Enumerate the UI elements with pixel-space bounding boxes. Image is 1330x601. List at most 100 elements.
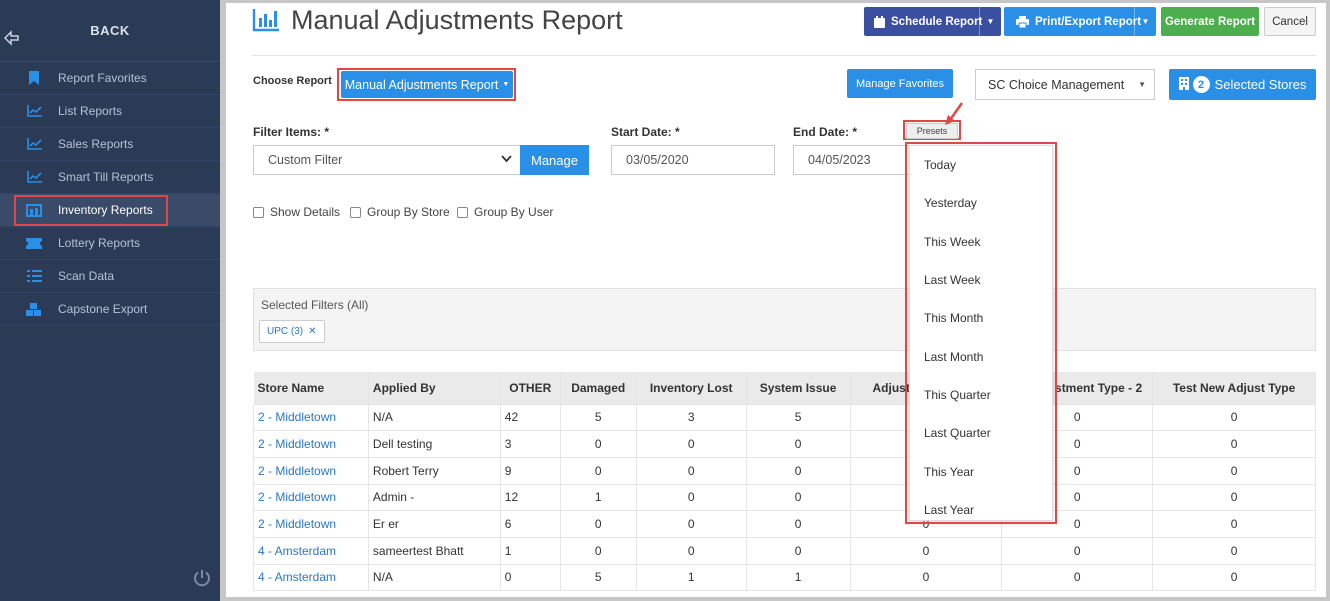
bar-chart-icon [252, 9, 279, 32]
table-cell: 6 [499, 510, 561, 538]
show-details-checkbox[interactable]: Show Details [253, 205, 340, 219]
column-header[interactable]: Test New Adjust Type [1152, 372, 1316, 404]
column-header[interactable]: System Issue [746, 372, 851, 404]
table-cell: 0 [1152, 563, 1316, 592]
table-row: 2 - Middletown Dell testing 3 0 0 0 0 0 [253, 430, 1316, 458]
sidebar-item-label: Capstone Export [58, 302, 148, 316]
sidebar-item-label: Smart Till Reports [58, 170, 154, 184]
table-cell: 0 [849, 563, 1003, 592]
table-cell: 0 [635, 536, 747, 565]
list-icon [26, 269, 42, 283]
company-select-value: SC Choice Management [988, 77, 1125, 92]
generate-report-button[interactable]: Generate Report [1161, 7, 1259, 36]
store-link[interactable]: 4 - Amsterdam [253, 536, 369, 565]
manage-favorites-button[interactable]: Manage Favorites [847, 69, 953, 98]
boxes-icon [26, 302, 42, 316]
checkbox-box[interactable] [350, 206, 361, 218]
checkbox-box[interactable] [457, 206, 468, 218]
power-icon[interactable] [192, 568, 212, 588]
table-cell: 5 [559, 403, 637, 432]
end-date-input[interactable]: 04/05/2023 [793, 145, 913, 175]
table-cell: 0 [1001, 563, 1154, 592]
column-header[interactable]: Inventory Lost [636, 372, 747, 404]
choose-report-dropdown[interactable]: Manual Adjustments Report ▼ [341, 71, 513, 98]
table-row: 2 - Middletown N/A 42 5 3 5 0 0 [253, 403, 1316, 432]
table-cell: 0 [499, 563, 561, 592]
sidebar-item-label: Sales Reports [58, 137, 134, 151]
store-link[interactable]: 4 - Amsterdam [253, 563, 369, 592]
table-cell: 0 [559, 430, 637, 458]
close-icon[interactable]: ✕ [308, 326, 316, 337]
chevron-down-icon[interactable]: ▼ [1134, 7, 1156, 36]
table-cell: 12 [499, 483, 561, 512]
table-cell: 0 [745, 536, 851, 565]
store-link[interactable]: 2 - Middletown [253, 403, 369, 432]
schedule-report-label: Schedule Report [891, 15, 983, 28]
table-cell: 1 [635, 563, 747, 592]
sidebar-item-label: List Reports [58, 104, 123, 118]
table-cell: 0 [745, 430, 851, 458]
cancel-button[interactable]: Cancel [1264, 7, 1316, 36]
sidebar-item-list-reports[interactable]: List Reports [0, 95, 220, 128]
selected-stores-count: 2 [1192, 76, 1210, 93]
table-cell: 9 [499, 456, 561, 485]
table-cell: 0 [1001, 536, 1154, 565]
table-cell: 1 [559, 483, 637, 512]
start-date-label: Start Date: * [611, 125, 680, 139]
selected-filters-panel: Selected Filters (All) UPC (3) ✕ [253, 288, 1316, 351]
ticket-icon [26, 236, 42, 250]
table-cell: 1 [499, 536, 561, 565]
sidebar-item-report-favorites[interactable]: Report Favorites [0, 62, 220, 95]
sidebar-item-capstone-export[interactable]: Capstone Export [0, 293, 220, 326]
sidebar-item-sales-reports[interactable]: Sales Reports [0, 128, 220, 161]
store-link[interactable]: 2 - Middletown [253, 483, 369, 512]
back-arrow-icon [4, 30, 19, 46]
table-cell: 0 [1152, 430, 1316, 458]
table-cell: Dell testing [367, 430, 501, 458]
sidebar-item-lottery-reports[interactable]: Lottery Reports [0, 227, 220, 260]
print-export-button[interactable]: Print/Export Report ▼ [1004, 7, 1156, 36]
column-header[interactable]: Store Name [253, 372, 369, 404]
column-header[interactable]: OTHER [500, 372, 561, 404]
checkbox-label: Show Details [270, 205, 341, 219]
selected-stores-button[interactable]: 2 Selected Stores [1169, 69, 1316, 100]
annotation-arrow-icon [945, 102, 964, 125]
store-link[interactable]: 2 - Middletown [253, 510, 369, 538]
table-cell: 0 [559, 510, 637, 538]
table-cell: Robert Terry [367, 456, 501, 485]
table-cell: 1 [745, 563, 851, 592]
group-by-user-checkbox[interactable]: Group By User [457, 205, 553, 219]
filter-items-value: Custom Filter [268, 153, 343, 167]
table-cell: 0 [635, 430, 747, 458]
column-header[interactable]: Damaged [560, 372, 637, 404]
sidebar-item-inventory-reports[interactable]: Inventory Reports [0, 194, 220, 227]
sidebar-item-label: Report Favorites [58, 71, 147, 85]
schedule-report-button[interactable]: Schedule Report ▼ [864, 7, 1001, 36]
calendar-icon [874, 15, 885, 28]
table-cell: 0 [1152, 510, 1316, 538]
sidebar-item-smart-till-reports[interactable]: Smart Till Reports [0, 161, 220, 194]
table-row: 2 - Middletown Er er 6 0 0 0 0 0 0 [253, 510, 1316, 538]
printer-icon [1016, 15, 1029, 28]
sidebar-item-scan-data[interactable]: Scan Data [0, 260, 220, 293]
group-by-store-checkbox[interactable]: Group By Store [350, 205, 450, 219]
checkbox-box[interactable] [253, 206, 264, 218]
caret-down-icon: ▼ [502, 81, 510, 88]
column-header[interactable]: Applied By [368, 372, 501, 404]
back-button[interactable]: BACK [0, 0, 220, 62]
filter-tag[interactable]: UPC (3) ✕ [259, 320, 325, 343]
frame-bottom [226, 597, 1330, 601]
table-cell: N/A [367, 403, 501, 432]
table-cell: 0 [559, 456, 637, 485]
company-select[interactable]: SC Choice Management ▼ [975, 69, 1155, 100]
start-date-input[interactable]: 03/05/2020 [611, 145, 775, 175]
manage-button[interactable]: Manage [520, 145, 589, 175]
store-link[interactable]: 2 - Middletown [253, 456, 369, 485]
table-row: 4 - Amsterdam N/A 0 5 1 1 0 0 0 [253, 563, 1316, 592]
chevron-down-icon[interactable]: ▼ [979, 7, 1001, 36]
store-link[interactable]: 2 - Middletown [253, 430, 369, 458]
table-cell: Er er [367, 510, 501, 538]
filter-items-select[interactable]: Custom Filter [253, 145, 521, 175]
line-chart-icon [26, 137, 42, 151]
back-label: BACK [90, 23, 130, 38]
